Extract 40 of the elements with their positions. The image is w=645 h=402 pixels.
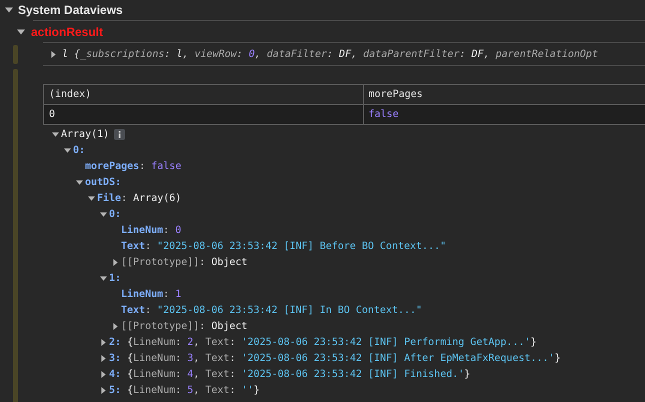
property-line: 2: {LineNum: 2, Text: '2025-08-06 23:53:42 [INF] Performing GetApp...'} xyxy=(109,336,537,348)
expand-triangle-icon[interactable] xyxy=(64,146,71,154)
table-header-cell: morePages xyxy=(363,84,645,104)
expand-triangle-icon[interactable] xyxy=(50,50,57,58)
property-line: LineNum: 0 xyxy=(121,224,182,236)
expand-triangle-icon[interactable] xyxy=(100,338,107,346)
property-line: 0: xyxy=(109,208,122,220)
property-line: [[Prototype]]: Object xyxy=(121,256,248,268)
property-line: 0: xyxy=(73,144,86,156)
expand-triangle-icon[interactable] xyxy=(112,258,119,266)
table-cell: false xyxy=(363,104,645,124)
expand-triangle-icon[interactable] xyxy=(100,354,107,362)
property-line: 3: {LineNum: 3, Text: '2025-08-06 23:53:42 [INF] After EpMetaFxRequest...'} xyxy=(109,352,561,364)
table-cell: 0 xyxy=(44,104,363,124)
expand-triangle-icon[interactable] xyxy=(88,194,95,202)
property-line: Text: "2025-08-06 23:53:42 [INF] Before BO Context..." xyxy=(121,240,446,252)
result-name: actionResult xyxy=(31,24,104,38)
expand-triangle-icon[interactable] xyxy=(100,386,107,394)
property-line: Array(1) xyxy=(61,128,110,140)
expand-triangle-icon[interactable] xyxy=(5,6,13,14)
expand-triangle-icon[interactable] xyxy=(100,370,107,378)
property-line: LineNum: 1 xyxy=(121,288,182,300)
expand-triangle-icon[interactable] xyxy=(112,322,119,330)
expand-triangle-icon[interactable] xyxy=(100,210,107,218)
expand-triangle-icon[interactable] xyxy=(17,28,25,36)
group-marker xyxy=(13,45,18,64)
property-line: 5: {LineNum: 5, Text: ''} xyxy=(109,384,260,396)
property-line: morePages: false xyxy=(85,160,182,172)
property-line: File: Array(6) xyxy=(97,192,182,204)
property-line: 1: xyxy=(109,272,122,284)
table-header-cell: (index) xyxy=(44,84,363,104)
property-line: [[Prototype]]: Object xyxy=(121,320,248,332)
property-line: 4: {LineNum: 4, Text: '2025-08-06 23:53:42 [INF] Finished.'} xyxy=(109,368,470,380)
object-summary: l {_subscriptions: l, viewRow: 0, dataFilter: DF, dataParentFilter: DF, parentRelationOpt xyxy=(62,48,598,60)
expand-triangle-icon[interactable] xyxy=(52,130,59,138)
section-title: System Dataviews xyxy=(18,3,123,17)
expand-triangle-icon[interactable] xyxy=(76,178,83,186)
property-line: outDS: xyxy=(85,176,122,188)
expand-triangle-icon[interactable] xyxy=(100,274,107,282)
property-line: Text: "2025-08-06 23:53:42 [INF] In BO Context..." xyxy=(121,304,422,316)
